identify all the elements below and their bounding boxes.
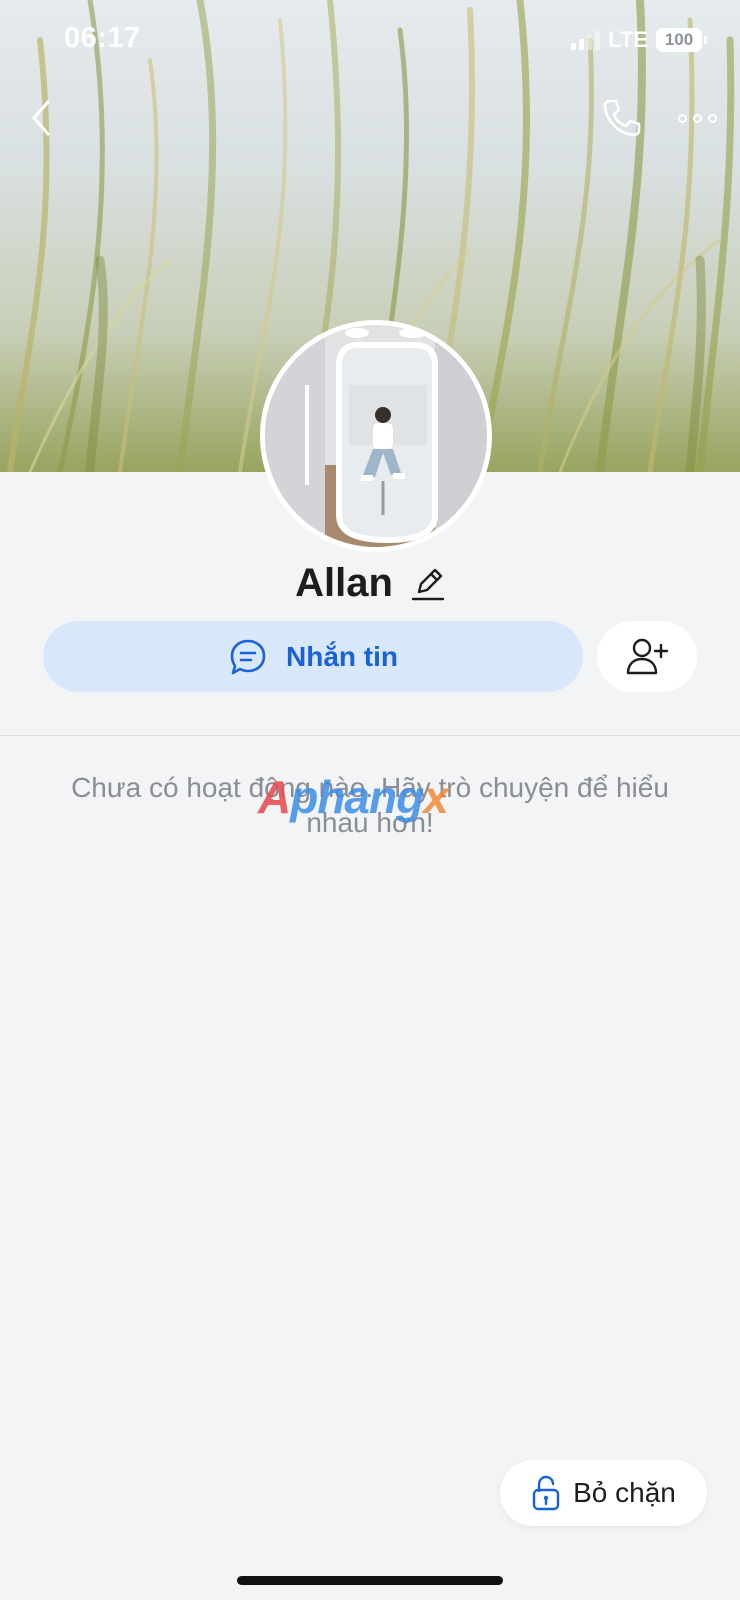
section-divider: [0, 735, 740, 736]
battery-level: 100: [664, 30, 694, 49]
chevron-left-icon: [32, 100, 50, 136]
add-friend-button[interactable]: [597, 621, 697, 692]
chat-bubble-icon: [230, 639, 266, 674]
network-type: LTE: [608, 27, 648, 52]
more-dot: [693, 113, 702, 123]
profile-name: Allan: [295, 560, 393, 605]
more-dot: [708, 113, 717, 123]
more-options-button[interactable]: [678, 104, 724, 132]
watermark-logo: Aphangx: [258, 770, 449, 824]
more-horizontal-icon: [678, 113, 687, 123]
avatar-photo: [265, 325, 487, 547]
phone-icon: [603, 99, 641, 137]
status-bar: 06:17 LTE 100: [0, 0, 740, 82]
home-indicator[interactable]: [237, 1576, 503, 1585]
watermark-part-1: A: [258, 771, 291, 823]
unblock-button[interactable]: Bỏ chặn: [500, 1460, 707, 1526]
profile-avatar[interactable]: [260, 320, 492, 552]
pencil-icon[interactable]: [411, 564, 445, 602]
unlock-icon: [532, 1475, 560, 1511]
status-time: 06:17: [64, 22, 141, 54]
battery-icon: 100: [656, 28, 707, 52]
watermark-part-2: phang: [290, 771, 424, 823]
call-button[interactable]: [600, 96, 644, 140]
unblock-button-label: Bỏ chặn: [573, 1477, 676, 1508]
status-indicators: LTE 100: [571, 26, 707, 54]
profile-name-row: Allan: [0, 555, 740, 611]
message-button-label: Nhắn tin: [286, 640, 398, 672]
add-user-icon: [626, 638, 669, 674]
back-button[interactable]: [24, 96, 60, 140]
watermark-part-3: x: [423, 771, 449, 823]
message-button[interactable]: Nhắn tin: [43, 621, 583, 692]
signal-icon: [571, 30, 601, 50]
